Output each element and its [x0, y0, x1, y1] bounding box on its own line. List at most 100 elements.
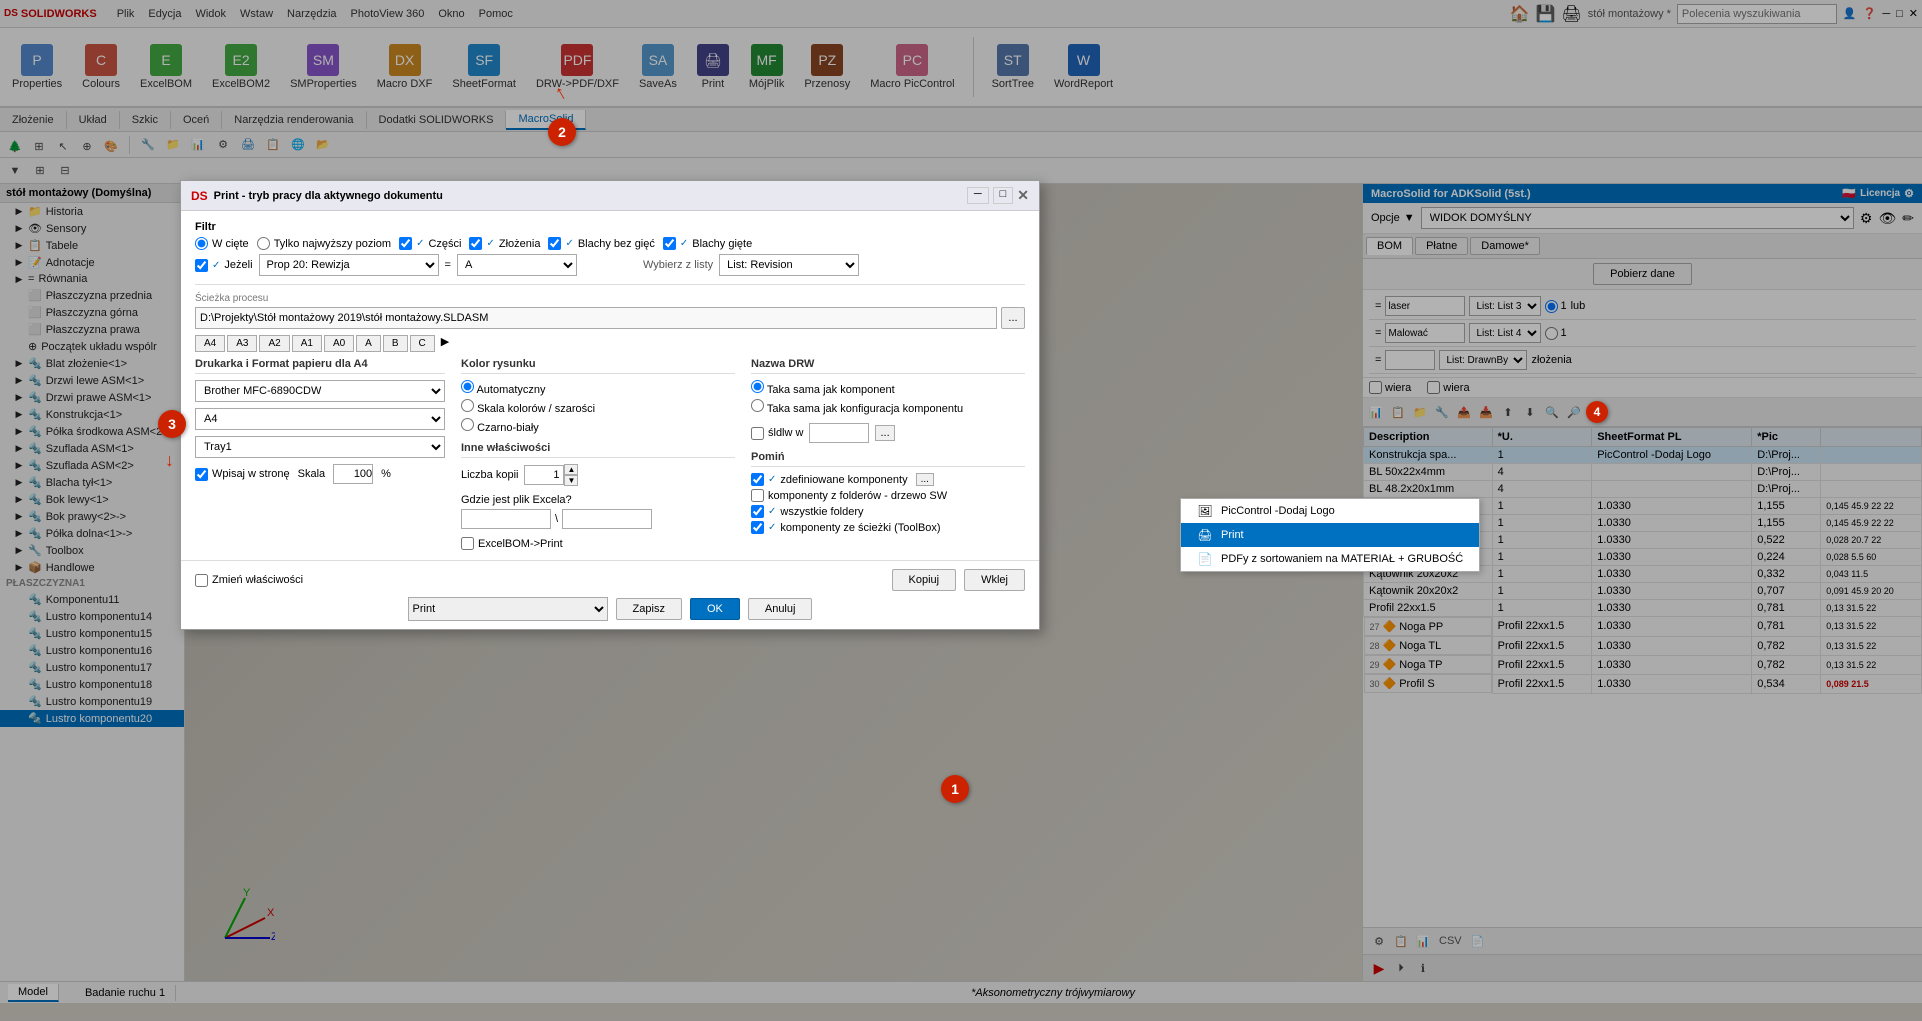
- zapisz-btn[interactable]: Zapisz: [616, 598, 682, 620]
- cb-excelbom[interactable]: ExcelBOM->Print: [461, 537, 735, 550]
- radio-konfiguracja[interactable]: Taka sama jak konfiguracja komponentu: [751, 399, 1025, 415]
- kopie-down[interactable]: ▼: [564, 475, 578, 486]
- pomin-label: Pomiń: [751, 451, 1025, 467]
- dialog-minimize[interactable]: ─: [967, 187, 989, 204]
- kopie-input[interactable]: [524, 465, 564, 485]
- zdef-browse[interactable]: ...: [916, 473, 934, 486]
- format-tab-a2[interactable]: A2: [259, 335, 289, 352]
- format-tab-a3[interactable]: A3: [227, 335, 257, 352]
- filter-main-row: W cięte Tylko najwyższy poziom ✓ Części …: [195, 237, 1025, 250]
- path-sep: \: [555, 513, 558, 525]
- tray-select[interactable]: Tray1: [195, 436, 445, 458]
- wklej-btn[interactable]: Wklej: [964, 569, 1025, 591]
- kopie-up[interactable]: ▲: [564, 464, 578, 475]
- action-select[interactable]: Print: [408, 597, 608, 621]
- slddw-btn[interactable]: ...: [875, 425, 894, 441]
- radio-cb-input[interactable]: [461, 418, 474, 431]
- cb-wpisaj-input[interactable]: [195, 468, 208, 481]
- cb-blachy-giete-label: Blachy gięte: [692, 238, 752, 250]
- cb-jezeli-input[interactable]: [195, 259, 208, 272]
- cb-czesci[interactable]: ✓ Części: [399, 237, 461, 250]
- cb-blachy-bez-input[interactable]: [548, 237, 561, 250]
- cb-slddw[interactable]: śldlw w: [751, 427, 803, 440]
- ctx-piccontrol-label: PicControl -Dodaj Logo: [1221, 505, 1335, 517]
- cb-folders-label: komponenty z folderów - drzewo SW: [768, 490, 947, 502]
- cb-slddw-input[interactable]: [751, 427, 764, 440]
- cb-zlozenia-input[interactable]: [469, 237, 482, 250]
- czesci-icon: ✓: [416, 238, 424, 249]
- dialog-close[interactable]: ✕: [1017, 187, 1029, 204]
- radio-skala[interactable]: Skala kolorów / szarości: [461, 399, 735, 415]
- jezeli-icon: ✓: [212, 260, 220, 271]
- kopie-label: Liczba kopii: [461, 469, 518, 481]
- cb-zmien-input[interactable]: [195, 574, 208, 587]
- revision-list[interactable]: List: Revision: [719, 254, 859, 276]
- action-footer-row: Print Zapisz OK Anuluj: [195, 597, 1025, 621]
- cb-wfold-label: wszystkie foldery: [780, 506, 863, 518]
- cb-toolbox[interactable]: ✓ komponenty ze ścieżki (ToolBox): [751, 521, 1025, 534]
- cb-wpisaj[interactable]: Wpisaj w stronę: [195, 468, 290, 481]
- cb-czesci-input[interactable]: [399, 237, 412, 250]
- cb-zdef-input[interactable]: [751, 473, 764, 486]
- skala-input[interactable]: [333, 464, 373, 484]
- radio-najwyzszy-input[interactable]: [257, 237, 270, 250]
- cb-excelbom-input[interactable]: [461, 537, 474, 550]
- radio-auto-input[interactable]: [461, 380, 474, 393]
- radio-auto[interactable]: Automatyczny: [461, 380, 735, 396]
- cb-folders-input[interactable]: [751, 489, 764, 502]
- excel-path-section: Gdzie jest plik Excela? \: [461, 494, 735, 529]
- cb-zlozenia[interactable]: ✓ Złożenia: [469, 237, 540, 250]
- kopiuj-btn[interactable]: Kopiuj: [892, 569, 957, 591]
- cb-zdefiniowane[interactable]: ✓ zdefiniowane komponenty ...: [751, 473, 1025, 486]
- excel-path-2[interactable]: [562, 509, 652, 529]
- prop-dropdown[interactable]: Prop 20: Rewizja: [259, 254, 439, 276]
- cb-jezeli[interactable]: ✓ Jeżeli: [195, 259, 253, 272]
- radio-wciete-input[interactable]: [195, 237, 208, 250]
- kopie-spinners: ▲ ▼: [564, 464, 578, 486]
- ctx-print[interactable]: 🖨 Print: [1181, 523, 1479, 547]
- format-select[interactable]: A4: [195, 408, 445, 430]
- ctx-piccontrol[interactable]: 🖼 PicControl -Dodaj Logo: [1181, 499, 1479, 523]
- radio-taka-input[interactable]: [751, 380, 764, 393]
- format-tab-a4[interactable]: A4: [195, 335, 225, 352]
- path-input[interactable]: [195, 307, 997, 329]
- cb-wfold-input[interactable]: [751, 505, 764, 518]
- format-expand-icon[interactable]: ▶: [441, 335, 449, 352]
- radio-czarnobialy[interactable]: Czarno-biały: [461, 418, 735, 434]
- format-tab-c[interactable]: C: [410, 335, 435, 352]
- cb-zmien[interactable]: Zmień właściwości: [195, 574, 303, 587]
- ctx-pdfy[interactable]: 📄 PDFy z sortowaniem na MATERIAŁ + GRUBO…: [1181, 547, 1479, 571]
- radio-najwyzszy[interactable]: Tylko najwyższy poziom: [257, 237, 391, 250]
- radio-skala-input[interactable]: [461, 399, 474, 412]
- dialog-maximize[interactable]: □: [993, 187, 1014, 204]
- cb-excelbom-label: ExcelBOM->Print: [478, 538, 563, 550]
- cb-blachy-giete-input[interactable]: [663, 237, 676, 250]
- ok-btn[interactable]: OK: [690, 598, 740, 620]
- excel-path-1[interactable]: [461, 509, 551, 529]
- radio-taka-sama[interactable]: Taka sama jak komponent: [751, 380, 1025, 396]
- slddw-input[interactable]: [809, 423, 869, 443]
- filter-label: Filtr: [195, 221, 1025, 233]
- excelbom-cb-section: ExcelBOM->Print: [461, 537, 735, 550]
- step1-badge: 1: [941, 775, 969, 803]
- cb-toolbox-input[interactable]: [751, 521, 764, 534]
- percent-label: %: [381, 468, 391, 480]
- radio-konfiguracja-input[interactable]: [751, 399, 764, 412]
- cb-zdef-label: zdefiniowane komponenty: [780, 474, 907, 486]
- value-dropdown[interactable]: A: [457, 254, 577, 276]
- ctx-pdf-icon: 📄: [1197, 551, 1213, 567]
- format-tab-a0[interactable]: A0: [324, 335, 354, 352]
- format-tab-b[interactable]: B: [383, 335, 408, 352]
- anuluj-btn[interactable]: Anuluj: [748, 598, 813, 620]
- cb-blachy-giete[interactable]: ✓ Blachy gięte: [663, 237, 752, 250]
- format-tab-a[interactable]: A: [356, 335, 381, 352]
- dialog-logo-icon: DS: [191, 189, 208, 203]
- format-tab-a1[interactable]: A1: [292, 335, 322, 352]
- cb-komponenty-folders[interactable]: komponenty z folderów - drzewo SW: [751, 489, 1025, 502]
- path-browse-btn[interactable]: ...: [1001, 307, 1025, 329]
- cb-blachy-bez[interactable]: ✓ Blachy bez gięć: [548, 237, 654, 250]
- excel-path-label: Gdzie jest plik Excela?: [461, 494, 735, 506]
- drukarka-select[interactable]: Brother MFC-6890CDW: [195, 380, 445, 402]
- cb-wszystkie-foldery[interactable]: ✓ wszystkie foldery: [751, 505, 1025, 518]
- radio-wciete[interactable]: W cięte: [195, 237, 249, 250]
